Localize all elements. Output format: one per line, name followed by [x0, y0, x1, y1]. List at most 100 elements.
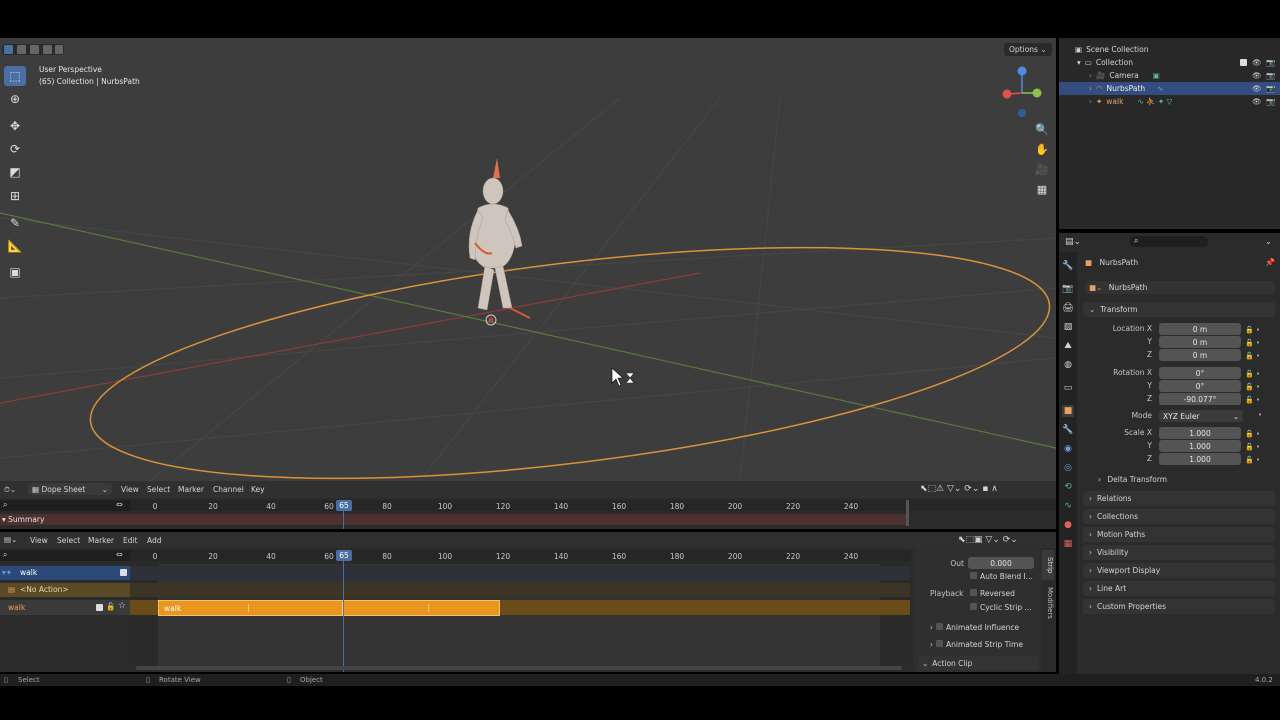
collection-render-icon[interactable]: 📷: [1266, 58, 1275, 67]
material-tab-icon[interactable]: ●: [1062, 519, 1074, 531]
nurbspath-render-icon[interactable]: 📷: [1266, 84, 1275, 93]
channel-search-input[interactable]: ⌕ ⇔: [0, 500, 130, 511]
view-layer-tab-icon[interactable]: ▧: [1062, 321, 1074, 333]
menu-channel[interactable]: Channel: [213, 485, 244, 494]
object-tab-icon[interactable]: ■: [1062, 405, 1074, 417]
output-tab-icon[interactable]: 🖨: [1062, 302, 1074, 314]
visibility-panel[interactable]: › Visibility: [1083, 545, 1275, 560]
pan-hand-icon[interactable]: ✋: [1033, 140, 1051, 158]
rotate-tool-icon[interactable]: ⟳: [4, 139, 26, 159]
camera-render-icon[interactable]: 📷: [1266, 71, 1275, 80]
camera-expand-icon[interactable]: ›: [1089, 71, 1092, 80]
dopesheet-scrollbar[interactable]: [906, 500, 909, 526]
outliner-item-walk[interactable]: › ✦ walk ∿ ⛹ ✦ ▽ 👁 📷: [1059, 95, 1280, 108]
rotation-x-field[interactable]: 0°: [1159, 367, 1241, 379]
annotate-tool-icon[interactable]: ✎: [4, 213, 26, 233]
camera-view-icon[interactable]: 🎥: [1033, 160, 1051, 178]
checkbox-icon[interactable]: [970, 572, 977, 579]
lock-icon[interactable]: 🔓: [106, 602, 115, 611]
animated-strip-time-subpanel[interactable]: › Animated Strip Time: [930, 640, 1023, 649]
lock-icon[interactable]: 🔓 •: [1245, 337, 1260, 350]
collection-checkbox-icon[interactable]: [1240, 59, 1247, 66]
menu-add[interactable]: Add: [147, 536, 162, 545]
nurbspath-expand-icon[interactable]: ›: [1089, 84, 1092, 93]
rotation-mode-dropdown[interactable]: XYZ Euler ⌄: [1159, 410, 1243, 422]
dope-sheet-mode-dropdown[interactable]: ▦ Dope Sheet ⌄: [28, 483, 112, 495]
checkbox-icon[interactable]: [970, 589, 977, 596]
3d-viewport[interactable]: User Perspective (65) Collection | Nurbs…: [0, 38, 1056, 481]
nla-editor[interactable]: ▤⌄ View Select Marker Edit Add ⬉⬚▣ ▽⌄ ⟳⌄…: [0, 532, 1056, 672]
scale-tool-icon[interactable]: ◩: [4, 162, 26, 182]
keyframe-dot-icon[interactable]: •: [1258, 411, 1262, 419]
checkbox-icon[interactable]: [936, 640, 943, 647]
scene-collection-row[interactable]: ▣ Scene Collection: [1059, 43, 1280, 56]
measure-tool-icon[interactable]: 📐: [4, 236, 26, 256]
lock-icon[interactable]: 🔓 •: [1245, 324, 1260, 337]
cursor-tool-icon[interactable]: ⊕: [4, 89, 26, 109]
menu-view[interactable]: View: [121, 485, 139, 494]
no-action-row[interactable]: ▤ <No Action>: [0, 583, 130, 597]
line-art-panel[interactable]: › Line Art: [1083, 581, 1275, 596]
properties-search-input[interactable]: ⌕: [1130, 236, 1208, 247]
physics-tab-icon[interactable]: ◎: [1062, 462, 1074, 474]
rotation-y-field[interactable]: 0°: [1159, 380, 1241, 392]
lock-icon[interactable]: 🔓 •: [1245, 454, 1260, 467]
nla-track-object[interactable]: ▾✦ walk: [0, 566, 130, 580]
solo-star-icon[interactable]: ☆: [118, 601, 126, 611]
collection-expand-icon[interactable]: ▾: [1077, 58, 1081, 67]
editor-type-icon[interactable]: ▤⌄: [1065, 237, 1081, 247]
lock-icon[interactable]: 🔓 •: [1245, 428, 1260, 441]
nla-filter-icons[interactable]: ⬉⬚▣ ▽⌄ ⟳⌄: [958, 535, 1018, 545]
tab-modifiers[interactable]: Modifiers: [1042, 582, 1054, 624]
scale-z-field[interactable]: 1.000: [1159, 453, 1241, 465]
modifier-tab-icon[interactable]: 🔧: [1062, 424, 1074, 436]
nla-current-frame-indicator[interactable]: 65: [336, 550, 352, 561]
transform-lock-icons[interactable]: 🔓 • 🔓 • 🔓 •: [1245, 324, 1260, 363]
tab-strip[interactable]: Strip: [1042, 550, 1054, 580]
location-z-field[interactable]: 0 m: [1159, 349, 1241, 361]
nla-track-row[interactable]: walk 🔓 ☆: [0, 600, 130, 615]
location-y-field[interactable]: 0 m: [1159, 336, 1241, 348]
zoom-icon[interactable]: 🔍: [1033, 120, 1051, 138]
data-tab-icon[interactable]: ∿: [1062, 500, 1074, 512]
grid-ortho-icon[interactable]: ▦: [1033, 180, 1051, 198]
collection-tab-icon[interactable]: ▭: [1062, 382, 1074, 394]
animated-influence-subpanel[interactable]: › Animated Influence: [930, 623, 1019, 632]
options-chevron-icon[interactable]: ⌄: [1265, 237, 1272, 246]
scene-tab-icon[interactable]: ⛰: [1062, 340, 1074, 352]
location-x-field[interactable]: 0 m: [1159, 323, 1241, 335]
delta-transform-subpanel[interactable]: › Delta Transform: [1098, 475, 1167, 484]
select-box-tool-icon[interactable]: ⬚: [4, 66, 26, 86]
menu-select[interactable]: Select: [57, 536, 80, 545]
scale-x-field[interactable]: 1.000: [1159, 427, 1241, 439]
rotation-lock-icons[interactable]: 🔓 • 🔓 • 🔓 •: [1245, 368, 1260, 407]
collection-visibility-icon[interactable]: 👁: [1252, 58, 1262, 67]
only-selected-icon[interactable]: ⬉⬚⚠ ▽⌄ ⟳⌄ ▪ ∧: [920, 484, 998, 494]
add-cube-tool-icon[interactable]: ▣: [4, 262, 26, 282]
outliner-item-camera[interactable]: › 🎥 Camera ▣ 👁 📷: [1059, 69, 1280, 82]
move-tool-icon[interactable]: ✥: [4, 116, 26, 136]
collection-row[interactable]: ▾ ▭ Collection 👁 📷: [1059, 56, 1280, 69]
action-strip-walk[interactable]: walk: [158, 600, 500, 616]
scale-y-field[interactable]: 1.000: [1159, 440, 1241, 452]
select-new-icon[interactable]: [4, 45, 13, 54]
dope-sheet-editor[interactable]: ⏱⌄ ▦ Dope Sheet ⌄ View Select Marker Chan…: [0, 481, 1056, 529]
texture-tab-icon[interactable]: ▦: [1062, 538, 1074, 550]
editor-type-icon[interactable]: ▤⌄: [4, 535, 17, 544]
cyclic-checkbox[interactable]: Cyclic Strip ...: [970, 603, 1032, 612]
world-tab-icon[interactable]: ◍: [1062, 359, 1074, 371]
walk-render-icon[interactable]: 📷: [1266, 97, 1275, 106]
menu-marker[interactable]: Marker: [178, 485, 204, 494]
lock-icon[interactable]: 🔓 •: [1245, 381, 1260, 394]
select-mode-buttons[interactable]: [2, 44, 64, 55]
scale-lock-icons[interactable]: 🔓 • 🔓 • 🔓 •: [1245, 428, 1260, 467]
menu-view[interactable]: View: [30, 536, 48, 545]
options-dropdown[interactable]: Options ⌄: [1004, 43, 1052, 56]
custom-properties-panel[interactable]: › Custom Properties: [1083, 599, 1275, 614]
editor-type-icon[interactable]: ⏱⌄: [4, 485, 16, 495]
pin-icon[interactable]: 📌: [1265, 258, 1275, 267]
walk-visibility-icon[interactable]: 👁: [1252, 97, 1262, 106]
select-invert-icon[interactable]: [43, 45, 52, 54]
camera-visibility-icon[interactable]: 👁: [1252, 71, 1262, 80]
transform-panel-header[interactable]: ⌄ Transform: [1083, 302, 1275, 317]
